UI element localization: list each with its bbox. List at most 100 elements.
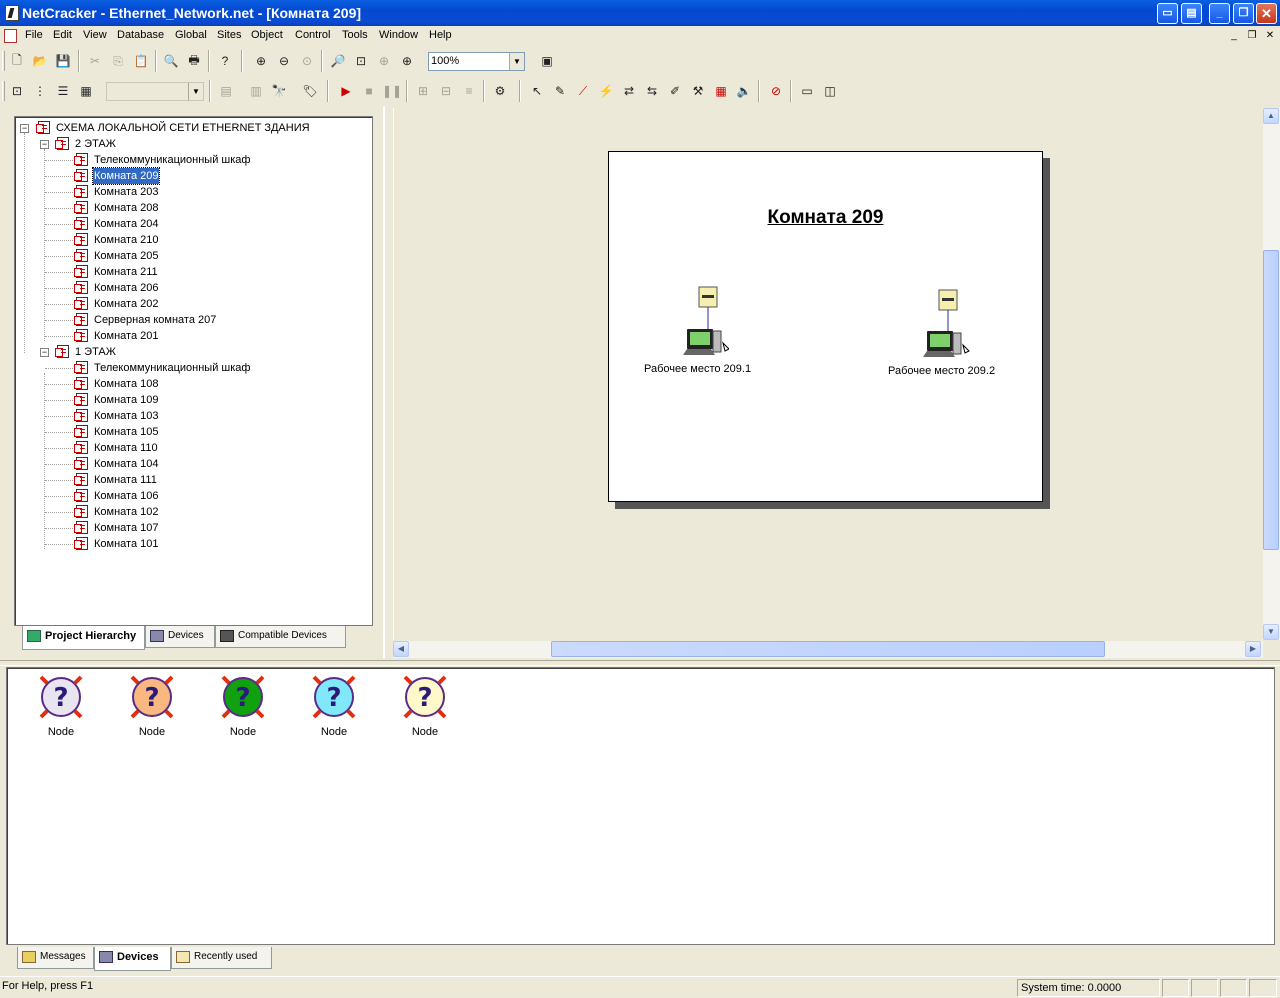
reports-icon[interactable]: ⚙ — [489, 80, 511, 102]
tree-item-label[interactable]: Комната 204 — [93, 216, 159, 232]
tag-icon[interactable]: 🏷 — [299, 80, 321, 102]
traffic-list-icon[interactable]: ≡ — [458, 80, 480, 102]
tree-item[interactable]: Комната 110 — [15, 440, 355, 456]
menu-file[interactable]: File — [25, 29, 43, 41]
close-button[interactable]: ✕ — [1256, 3, 1277, 24]
cut-icon[interactable]: ✂ — [84, 50, 106, 72]
tree-item[interactable]: Комната 109 — [15, 392, 355, 408]
mdi-minimize-button[interactable]: _ — [1226, 29, 1242, 43]
list-view-icon[interactable]: ☰ — [52, 80, 74, 102]
node-device[interactable]: ? Node — [31, 672, 91, 738]
grid-icon[interactable]: ▦ — [710, 80, 732, 102]
menu-sites[interactable]: Sites — [217, 29, 241, 41]
mdi-close-button[interactable]: ✕ — [1262, 29, 1278, 43]
tree-item-label[interactable]: Комната 203 — [93, 184, 159, 200]
pointer-icon[interactable]: ↖ — [526, 80, 548, 102]
tab-devices[interactable]: Devices — [145, 626, 215, 648]
horizontal-scrollbar[interactable]: ◀ ▶ — [393, 641, 1263, 658]
chevron-down-icon[interactable]: ▼ — [188, 83, 203, 100]
zoom-out-icon[interactable]: ⊖ — [273, 50, 295, 72]
tree-item-label[interactable]: Комната 106 — [93, 488, 159, 504]
workspace-page[interactable]: Комната 209 Рабочее место 209.1 Рабочее … — [608, 151, 1043, 502]
tree-item[interactable]: Комната 206 — [15, 280, 355, 296]
tree-item[interactable]: Комната 211 — [15, 264, 355, 280]
pencil-icon[interactable]: ✎ — [549, 80, 571, 102]
tab-messages[interactable]: Messages — [17, 947, 94, 969]
tab-recently-used[interactable]: Recently used — [171, 947, 272, 969]
tab-project-hierarchy[interactable]: Project Hierarchy — [22, 626, 145, 650]
tree-item-label[interactable]: Комната 111 — [93, 472, 158, 488]
tree-item[interactable]: Комната 203 — [15, 184, 355, 200]
tree-item-label[interactable]: Комната 103 — [93, 408, 159, 424]
link-query-icon[interactable]: ⚡ — [595, 80, 617, 102]
tree-item-label[interactable]: Телекоммуникационный шкаф — [93, 152, 251, 168]
tree-item-label[interactable]: Комната 208 — [93, 200, 159, 216]
paste-icon[interactable]: 📋 — [130, 50, 152, 72]
vertical-scrollbar[interactable]: ▲ ▼ — [1263, 108, 1280, 640]
tree-item-label[interactable]: Комната 201 — [93, 328, 159, 344]
tree-item-label[interactable]: Комната 104 — [93, 456, 159, 472]
panel-splitter[interactable] — [0, 660, 1280, 666]
tree-item[interactable]: Комната 101 — [15, 536, 355, 552]
tree-item-label[interactable]: Комната 202 — [93, 296, 159, 312]
device-label[interactable]: Рабочее место 209.1 — [644, 363, 751, 375]
tab-compatible-devices[interactable]: Compatible Devices — [215, 626, 346, 648]
tree-item-label[interactable]: Комната 101 — [93, 536, 159, 552]
sound-icon[interactable]: 🔈 — [733, 80, 755, 102]
tree-item-label[interactable]: Комната 211 — [93, 264, 159, 280]
scroll-up-icon[interactable]: ▲ — [1263, 108, 1279, 124]
tree-item[interactable]: Комната 208 — [15, 200, 355, 216]
object-combo[interactable]: ▼ — [106, 82, 204, 101]
no-entry-icon[interactable]: ⊘ — [765, 80, 787, 102]
open-folder-icon[interactable]: 📂 — [29, 50, 51, 72]
details-view-icon[interactable]: ▦ — [75, 80, 97, 102]
minimize-button[interactable]: _ — [1209, 3, 1230, 24]
menu-database[interactable]: Database — [117, 29, 164, 41]
context-help-icon[interactable]: ▤ — [1181, 3, 1202, 24]
project-hierarchy-tree[interactable]: − СХЕМА ЛОКАЛЬНОЙ СЕТИ ETHERNET ЗДАНИЯ −… — [14, 116, 373, 626]
node-device[interactable]: ? Node — [395, 672, 455, 738]
tree-floor-1[interactable]: − 1 ЭТАЖ — [15, 344, 355, 360]
link-icon[interactable]: ⟋ — [572, 80, 594, 102]
workstation-icon[interactable] — [921, 288, 971, 363]
tree-item-label[interactable]: Комната 105 — [93, 424, 159, 440]
tree-floor-label[interactable]: 2 ЭТАЖ — [74, 136, 117, 152]
save-icon[interactable]: 💾 — [52, 50, 74, 72]
app-icon[interactable] — [5, 5, 19, 21]
tree-item-label[interactable]: Серверная комната 207 — [93, 312, 217, 328]
workstation-icon[interactable] — [679, 285, 729, 360]
scroll-right-icon[interactable]: ▶ — [1245, 641, 1261, 657]
tree-item[interactable]: Комната 209 — [15, 167, 355, 185]
scrollbar-thumb[interactable] — [551, 641, 1105, 657]
zoom-area-icon[interactable]: ⊕ — [373, 50, 395, 72]
pause-icon[interactable]: ❚❚ — [381, 80, 403, 102]
zoom-minus-icon[interactable]: 🔎 — [327, 50, 349, 72]
stop-icon[interactable]: ■ — [358, 80, 380, 102]
scrollbar-thumb[interactable] — [1263, 250, 1279, 550]
restore-button[interactable]: ❐ — [1233, 3, 1254, 24]
find-icon[interactable]: 🔭 — [268, 80, 290, 102]
help-box-icon[interactable]: ▭ — [1157, 3, 1178, 24]
play-icon[interactable]: ▶ — [335, 80, 357, 102]
properties-icon[interactable]: ▤ — [215, 80, 237, 102]
menu-object[interactable]: Object — [251, 29, 283, 41]
node-device[interactable]: ? Node — [122, 672, 182, 738]
tree-item[interactable]: Комната 111 — [15, 472, 355, 488]
tree-floor-label[interactable]: 1 ЭТАЖ — [74, 344, 117, 360]
mdi-restore-button[interactable]: ❐ — [1244, 29, 1260, 43]
new-file-icon[interactable]: 🗋 — [6, 50, 28, 72]
traffic-icon[interactable]: ⊟ — [435, 80, 457, 102]
tree-item[interactable]: Комната 202 — [15, 296, 355, 312]
tree-root-label[interactable]: СХЕМА ЛОКАЛЬНОЙ СЕТИ ETHERNET ЗДАНИЯ — [55, 120, 311, 136]
zoom-reset-icon[interactable]: ⊙ — [296, 50, 318, 72]
tools-icon[interactable]: ⚒ — [687, 80, 709, 102]
full-screen-icon[interactable]: ▣ — [536, 50, 558, 72]
menu-tools[interactable]: Tools — [342, 29, 368, 41]
collapse-icon[interactable]: − — [40, 140, 49, 149]
tree-item-label[interactable]: Комната 210 — [93, 232, 159, 248]
scroll-down-icon[interactable]: ▼ — [1263, 624, 1279, 640]
window-icon[interactable]: ▭ — [796, 80, 818, 102]
view-icon[interactable]: ◫ — [819, 80, 841, 102]
menu-control[interactable]: Control — [295, 29, 330, 41]
zoom-page-icon[interactable]: ⊕ — [396, 50, 418, 72]
